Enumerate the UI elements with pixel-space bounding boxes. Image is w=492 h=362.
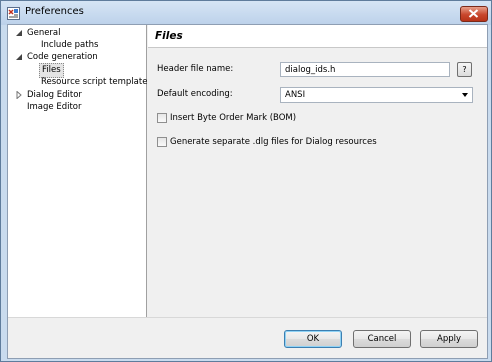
window-title: Preferences (25, 6, 84, 17)
preferences-tree[interactable]: General Include paths Code generation Fi… (8, 25, 147, 317)
tree-item-label: Image Editor (27, 102, 82, 112)
apply-button[interactable]: Apply (420, 330, 478, 348)
collapsed-icon[interactable] (16, 91, 23, 99)
bom-checkbox-label[interactable]: Insert Byte Order Mark (BOM) (170, 113, 296, 123)
dlg-checkbox[interactable] (157, 137, 167, 147)
footer-divider (8, 317, 487, 318)
preferences-window: Preferences General Include paths Code g… (0, 0, 492, 362)
bom-checkbox[interactable] (157, 113, 167, 123)
close-icon (468, 9, 479, 18)
help-button[interactable]: ? (457, 62, 472, 77)
close-button[interactable] (460, 6, 488, 22)
header-file-label: Header file name: (157, 64, 234, 74)
expanded-icon[interactable] (16, 29, 23, 37)
cancel-button[interactable]: Cancel (353, 330, 411, 348)
encoding-select[interactable]: ANSI (280, 87, 473, 103)
dlg-checkbox-label[interactable]: Generate separate .dlg files for Dialog … (170, 137, 377, 147)
settings-panel: Files Header file name: dialog_ids.h ? D… (148, 25, 487, 317)
chevron-down-icon[interactable] (462, 93, 468, 97)
tree-item-label: Resource script template (41, 77, 148, 87)
panel-title: Files (155, 30, 183, 42)
default-encoding-label: Default encoding: (157, 89, 233, 99)
expanded-icon[interactable] (16, 53, 23, 61)
encoding-selected-value: ANSI (285, 90, 306, 100)
preferences-app-icon (7, 7, 20, 20)
panel-header: Files (148, 25, 487, 48)
dialog-client-area: General Include paths Code generation Fi… (7, 24, 488, 359)
title-bar[interactable]: Preferences (1, 1, 491, 25)
header-file-input[interactable]: dialog_ids.h (280, 62, 450, 77)
ok-button[interactable]: OK (284, 330, 342, 348)
